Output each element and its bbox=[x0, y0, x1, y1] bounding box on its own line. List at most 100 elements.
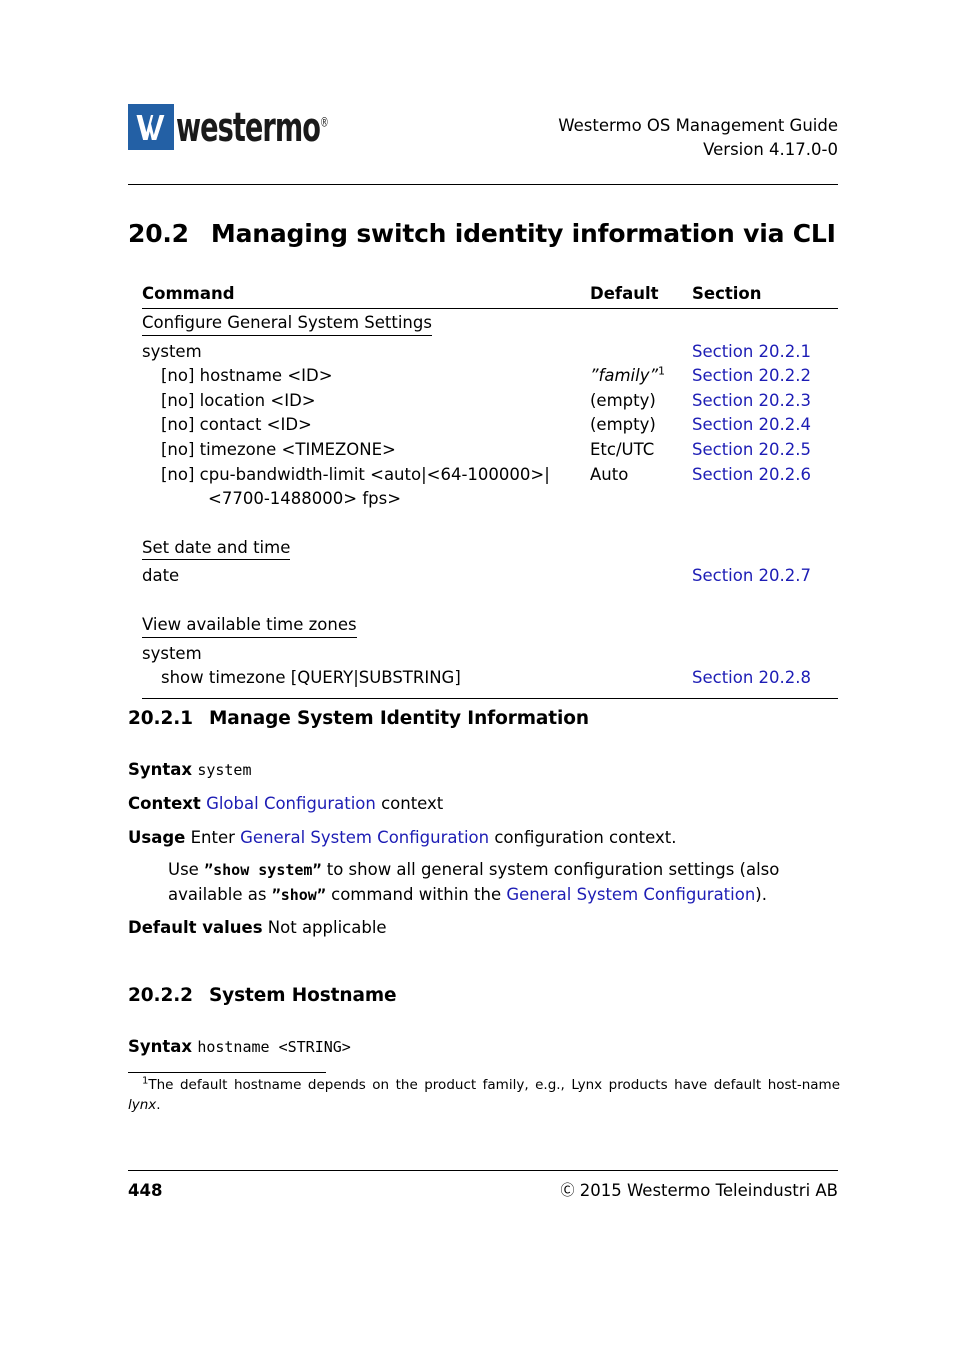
table-row: show timezone [QUERY|SUBSTRING] Section … bbox=[142, 665, 838, 690]
copyright-notice: Ⓒ 2015 Westermo Teleindustri AB bbox=[560, 1181, 838, 1201]
table-row: system bbox=[142, 641, 838, 666]
copyright-icon: Ⓒ bbox=[560, 1183, 575, 1199]
cell-section-link bbox=[692, 486, 838, 511]
usage-body-part-1: Use bbox=[168, 860, 205, 879]
footnote-text: The default hostname depends on the prod… bbox=[148, 1077, 840, 1093]
syntax-paragraph-20-2-1: Syntax system bbox=[128, 758, 840, 783]
subsection-number: 20.2.1 bbox=[128, 708, 193, 729]
cell-section-link[interactable]: Section 20.2.7 bbox=[692, 563, 838, 588]
usage-body-command-show: ”show” bbox=[271, 885, 326, 904]
usage-body-part-3: command within the bbox=[325, 884, 507, 904]
table-row: [no] cpu-bandwidth-limit <auto|<64-10000… bbox=[142, 462, 838, 487]
table-bottom-rule bbox=[142, 697, 838, 699]
context-paragraph-20-2-1: Context Global Configuration context bbox=[128, 792, 840, 817]
syntax-label: Syntax bbox=[128, 760, 193, 779]
cell-default: Auto bbox=[590, 464, 629, 484]
footer-divider bbox=[128, 1170, 838, 1172]
usage-body-command-show-system: ”show system” bbox=[204, 861, 322, 879]
group-heading-configure-general-system-settings: Configure General System Settings bbox=[142, 313, 432, 336]
context-label: Context bbox=[128, 794, 201, 813]
cell-command: [no] cpu-bandwidth-limit <auto|<64-10000… bbox=[161, 464, 550, 484]
context-link[interactable]: Global Configuration bbox=[206, 794, 376, 813]
command-summary-table: Command Default Section Configure Genera… bbox=[142, 284, 838, 699]
default-values-paragraph-20-2-1: Default values Not applicable bbox=[128, 916, 840, 941]
cell-default: ”family”1 bbox=[590, 363, 692, 388]
logo-wordmark-text: westermo bbox=[176, 104, 321, 152]
subsection-number: 20.2.2 bbox=[128, 985, 193, 1006]
cell-default bbox=[590, 665, 692, 690]
cell-section-link[interactable]: Section 20.2.4 bbox=[692, 412, 838, 437]
table-row: date Section 20.2.7 bbox=[142, 563, 838, 588]
copyright-text: 2015 Westermo Teleindustri AB bbox=[579, 1181, 838, 1200]
section-number: 20.2 bbox=[128, 219, 189, 248]
table-row-continuation: <7700-1488000> fps> bbox=[142, 486, 838, 511]
table-header-row: Command Default Section bbox=[142, 284, 838, 309]
logo-wordmark: westermo® bbox=[176, 108, 329, 148]
syntax-paragraph-20-2-2: Syntax hostname <STRING> bbox=[128, 1035, 840, 1060]
cell-command: date bbox=[142, 566, 180, 586]
cell-command: system bbox=[142, 341, 202, 361]
cell-command: [no] hostname <ID> bbox=[161, 366, 333, 386]
header-divider bbox=[128, 184, 838, 186]
westermo-logo: westermo® bbox=[128, 104, 367, 150]
syntax-value: system bbox=[197, 761, 252, 779]
page-title: 20.2 Managing switch identity information… bbox=[128, 219, 836, 248]
footnote: 1The default hostname depends on the pro… bbox=[128, 1076, 840, 1115]
table-spacer bbox=[142, 588, 838, 611]
footnote-text-end: . bbox=[156, 1096, 161, 1113]
default-values-label: Default values bbox=[128, 918, 263, 937]
column-header-command: Command bbox=[142, 284, 235, 303]
table-group-heading-row: Set date and time bbox=[142, 534, 838, 564]
footnote-marker: 1 bbox=[658, 364, 666, 378]
cell-default: Etc/UTC bbox=[590, 440, 655, 459]
cell-section-link[interactable]: Section 20.2.8 bbox=[692, 665, 838, 690]
table-row: [no] timezone <TIMEZONE> Etc/UTC Section… bbox=[142, 437, 838, 462]
cell-section-link[interactable]: Section 20.2.2 bbox=[692, 363, 838, 388]
group-heading-set-date-and-time: Set date and time bbox=[142, 538, 291, 561]
table-group-heading-row: Configure General System Settings bbox=[142, 309, 838, 339]
usage-link[interactable]: General System Configuration bbox=[240, 828, 489, 847]
document-page: westermo® Westermo OS Management Guide V… bbox=[0, 0, 954, 1350]
cell-command: [no] location <ID> bbox=[161, 390, 316, 410]
cell-command: <7700-1488000> fps> bbox=[208, 489, 402, 509]
default-values-value: Not applicable bbox=[262, 918, 387, 937]
usage-paragraph-20-2-1: Usage Enter General System Configuration… bbox=[128, 826, 840, 851]
subsection-title-20-2-2: 20.2.2 System Hostname bbox=[128, 985, 397, 1006]
usage-body-paragraph-20-2-1: Use ”show system” to show all general sy… bbox=[168, 858, 840, 908]
table-spacer bbox=[142, 511, 838, 534]
usage-body-link[interactable]: General System Configuration bbox=[506, 885, 755, 904]
group-heading-view-available-time-zones: View available time zones bbox=[142, 615, 357, 638]
cell-section-link[interactable]: Section 20.2.1 bbox=[692, 339, 838, 364]
cell-section-link[interactable]: Section 20.2.5 bbox=[692, 437, 838, 462]
cell-default: (empty) bbox=[590, 415, 656, 435]
cell-default bbox=[590, 641, 692, 666]
cell-section-link bbox=[692, 641, 838, 666]
page-header: westermo® Westermo OS Management Guide V… bbox=[128, 100, 838, 170]
cell-command: [no] contact <ID> bbox=[161, 415, 312, 435]
cell-section-link[interactable]: Section 20.2.6 bbox=[692, 462, 838, 487]
header-title-block: Westermo OS Management Guide Version 4.1… bbox=[558, 114, 838, 162]
table-spacer bbox=[142, 690, 838, 698]
cell-section-link[interactable]: Section 20.2.3 bbox=[692, 388, 838, 413]
cell-default bbox=[590, 563, 692, 588]
usage-tail: configuration context. bbox=[489, 828, 677, 847]
table-group-heading-row: View available time zones bbox=[142, 611, 838, 641]
cell-default: (empty) bbox=[590, 390, 656, 410]
usage-lead: Enter bbox=[185, 828, 241, 847]
page-number: 448 bbox=[128, 1181, 163, 1200]
table-row: [no] hostname <ID> ”family”1 Section 20.… bbox=[142, 363, 838, 388]
cell-command: show timezone [QUERY|SUBSTRING] bbox=[161, 668, 461, 688]
table-row: [no] contact <ID> (empty) Section 20.2.4 bbox=[142, 412, 838, 437]
cell-default bbox=[590, 339, 692, 364]
syntax-value: hostname <STRING> bbox=[197, 1038, 351, 1056]
usage-label: Usage bbox=[128, 828, 186, 847]
cell-default bbox=[590, 486, 692, 511]
subsection-title-text: System Hostname bbox=[208, 985, 397, 1006]
column-header-default: Default bbox=[590, 284, 659, 303]
page-footer: 448 Ⓒ 2015 Westermo Teleindustri AB bbox=[128, 1181, 838, 1201]
cell-command: [no] timezone <TIMEZONE> bbox=[161, 440, 396, 459]
cell-command: system bbox=[142, 643, 202, 663]
usage-body-part-4: ). bbox=[755, 884, 767, 904]
guide-title: Westermo OS Management Guide bbox=[558, 116, 838, 135]
column-header-section: Section bbox=[692, 284, 762, 303]
